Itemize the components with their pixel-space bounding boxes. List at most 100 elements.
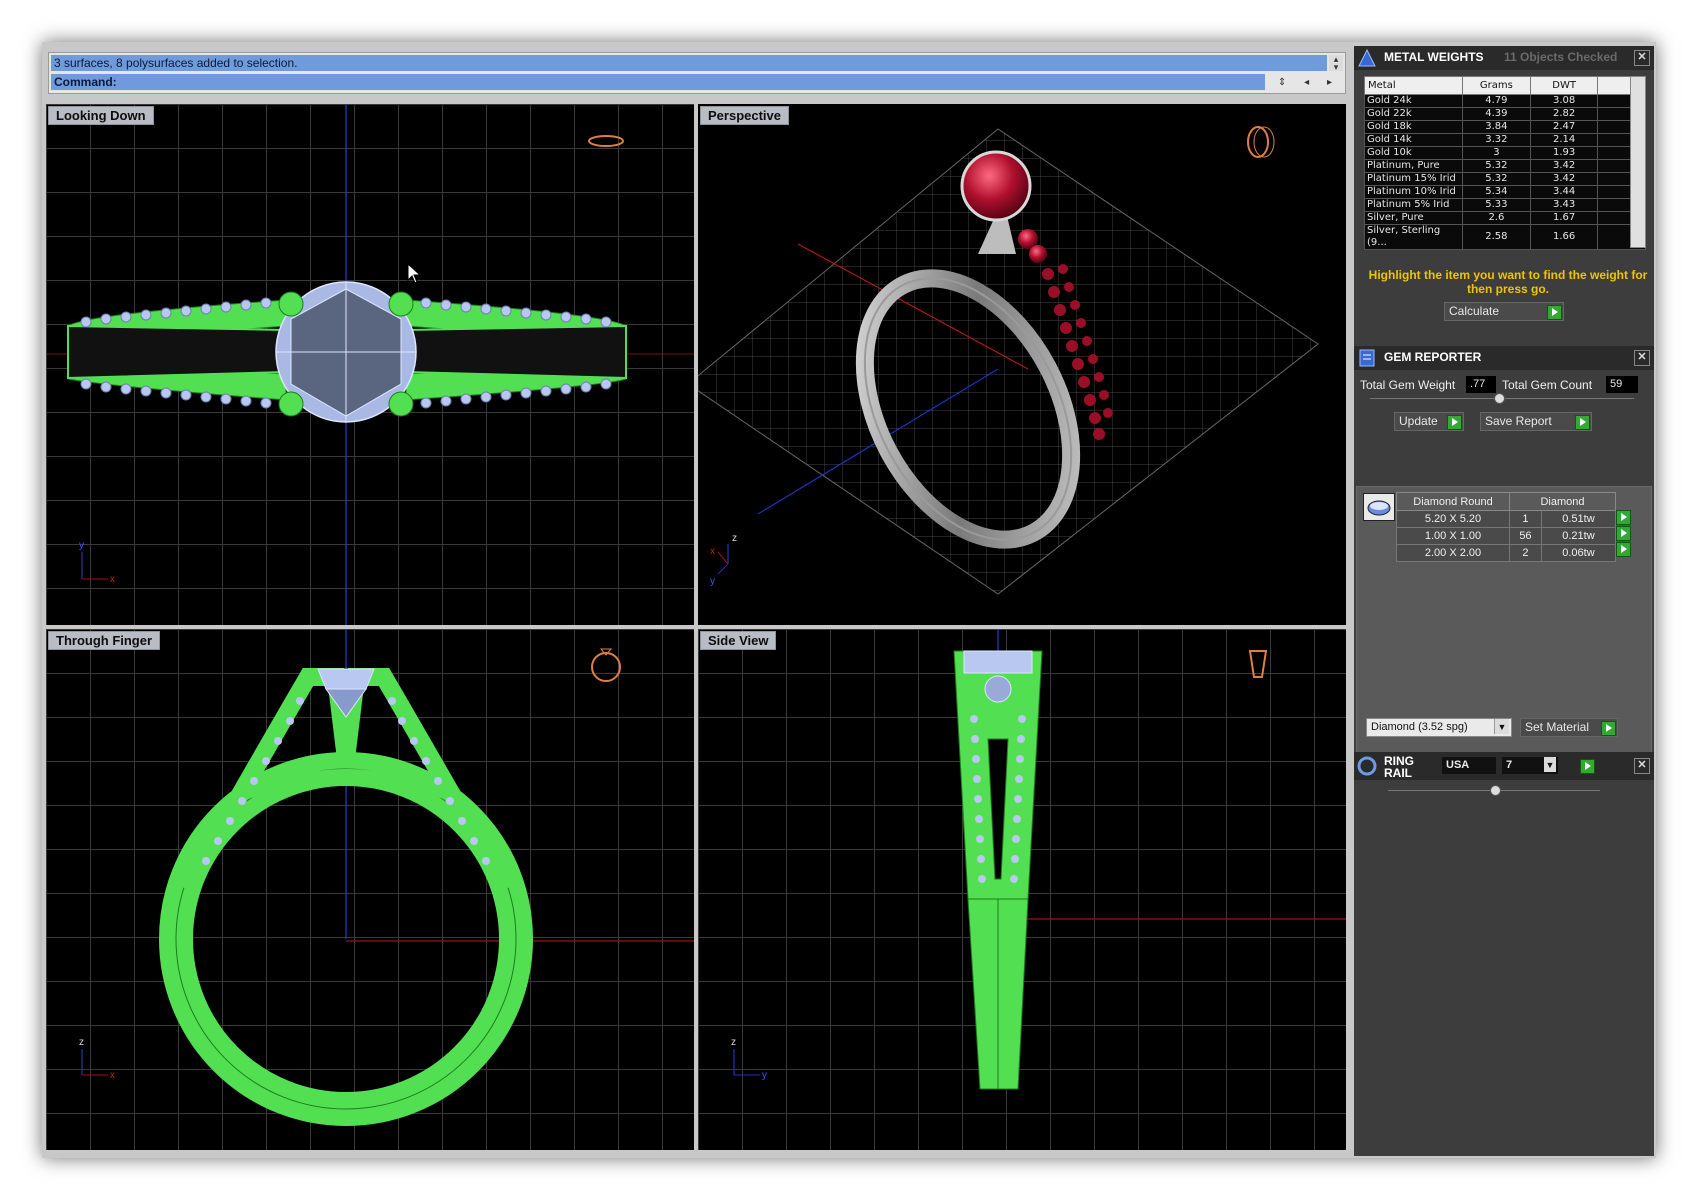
gem-row-go-button[interactable] <box>1616 542 1631 557</box>
diamond-shape-icon[interactable] <box>1363 493 1395 521</box>
command-nav: ⇕ ◂ ▸ <box>1269 74 1341 90</box>
close-icon[interactable]: ✕ <box>1634 350 1650 366</box>
table-cell: 0.51tw <box>1540 510 1617 528</box>
table-cell: 1.67 <box>1529 211 1599 225</box>
metal-weight-row[interactable]: Platinum 5% Irid 5.33 3.43 <box>1363 198 1646 212</box>
metal-weight-row[interactable]: Gold 10k 3 1.93 <box>1363 146 1646 160</box>
metal-weight-row[interactable]: Platinum, Pure 5.32 3.42 <box>1363 159 1646 173</box>
table-cell: Gold 14k <box>1363 133 1464 147</box>
table-cell: 1.00 X 1.00 <box>1396 527 1510 545</box>
table-cell: 5.20 X 5.20 <box>1396 510 1510 528</box>
spin-icon[interactable]: ⇕ <box>1278 77 1286 88</box>
metal-weight-row[interactable]: Gold 22k 4.39 2.82 <box>1363 107 1646 121</box>
metal-weight-row[interactable]: Gold 18k 3.84 2.47 <box>1363 120 1646 134</box>
center-stone[interactable] <box>275 281 417 423</box>
table-cell: 56 <box>1509 527 1542 545</box>
metal-weight-row[interactable]: Gold 24k 4.79 3.08 <box>1363 94 1646 108</box>
history-scroll-arrows[interactable]: ▴ ▾ <box>1329 55 1343 72</box>
ring-icon <box>1357 756 1377 776</box>
go-arrow-icon[interactable] <box>1601 721 1616 736</box>
set-material-button[interactable]: Set Material <box>1520 718 1618 737</box>
table-cell: 1.93 <box>1529 146 1599 160</box>
viewport-title[interactable]: Side View <box>700 631 777 650</box>
metal-weight-row[interactable]: Platinum 15% Irid 5.32 3.42 <box>1363 172 1646 186</box>
arrow-left-icon[interactable]: ◂ <box>1304 77 1309 88</box>
chevron-down-icon[interactable]: ▼ <box>1544 757 1556 772</box>
shank-side-wireframe[interactable] <box>953 650 1043 1090</box>
report-icon <box>1359 349 1375 367</box>
gem-column-header[interactable]: Diamond <box>1509 492 1616 511</box>
gem-row-go-button[interactable] <box>1616 510 1631 525</box>
table-cell: Silver, Pure <box>1363 211 1464 225</box>
mouse-cursor-icon <box>407 262 422 284</box>
table-cell: 5.33 <box>1462 198 1531 212</box>
calculate-button[interactable]: Calculate <box>1444 302 1564 321</box>
table-cell: 3.42 <box>1529 172 1599 186</box>
column-header[interactable]: Grams <box>1462 76 1531 95</box>
right-panel: METAL WEIGHTS 11 Objects Checked ✕ Metal… <box>1354 46 1654 1156</box>
gem-slider-knob[interactable] <box>1494 393 1505 404</box>
viewport-perspective[interactable]: Perspective z x y <box>698 104 1346 625</box>
ring-thumbnail-icon <box>1248 650 1268 678</box>
table-cell: 2.14 <box>1529 133 1599 147</box>
metal-weights-table: Metal Grams DWT Gold 24k 4.79 3.08 Gold 22k… <box>1363 76 1646 250</box>
go-arrow-icon[interactable] <box>1447 415 1462 430</box>
ring-size-slider-knob[interactable] <box>1490 785 1501 796</box>
table-cell: 3.84 <box>1462 120 1531 134</box>
column-header[interactable]: Metal <box>1363 76 1464 95</box>
metal-weight-row[interactable]: Silver, Pure 2.6 1.67 <box>1363 211 1646 225</box>
save-report-button[interactable]: Save Report <box>1480 412 1592 431</box>
table-cell: 2.58 <box>1462 224 1531 250</box>
axis-label-x: x <box>110 1070 115 1081</box>
table-cell: 3.08 <box>1529 94 1599 108</box>
ring-rail-title: RING RAIL <box>1384 754 1414 780</box>
gem-column-header[interactable]: Diamond Round <box>1396 492 1510 511</box>
command-line[interactable]: Command: <box>51 74 1265 90</box>
viewport-looking-down[interactable]: Looking Down y x <box>46 104 694 625</box>
front-view-canvas: z x <box>79 629 694 1126</box>
gem-row-go-button[interactable] <box>1616 526 1631 541</box>
metal-weights-scrollbar[interactable] <box>1630 76 1646 248</box>
viewport-through-finger[interactable]: Through Finger z x <box>46 629 694 1150</box>
arrow-right-icon[interactable]: ▸ <box>1327 77 1332 88</box>
axis-label-z: z <box>731 1037 736 1048</box>
table-cell: 5.34 <box>1462 185 1531 199</box>
table-cell: 0.06tw <box>1540 544 1617 562</box>
axis-label-x: x <box>710 546 715 557</box>
ring-size-select[interactable]: 7 ▼ <box>1502 757 1558 774</box>
ring-region-field[interactable]: USA <box>1442 757 1496 774</box>
column-header[interactable]: DWT <box>1529 76 1599 95</box>
table-cell: Gold 22k <box>1363 107 1464 121</box>
perspective-canvas: z x y <box>698 126 1319 595</box>
gem-row[interactable]: 2.00 X 2.00 2 0.06tw <box>1396 544 1617 562</box>
ring-thumbnail-icon <box>1247 126 1275 158</box>
command-area: 3 surfaces, 8 polysurfaces added to sele… <box>48 52 1346 94</box>
table-cell: 3.44 <box>1529 185 1599 199</box>
metal-weight-row[interactable]: Gold 14k 3.32 2.14 <box>1363 133 1646 147</box>
viewport-title[interactable]: Perspective <box>700 106 789 125</box>
table-cell: 2.82 <box>1529 107 1599 121</box>
gem-row[interactable]: 5.20 X 5.20 1 0.51tw <box>1396 510 1617 528</box>
ring-rail-go-button[interactable] <box>1580 759 1595 774</box>
metal-weight-row[interactable]: Platinum 10% Irid 5.34 3.44 <box>1363 185 1646 199</box>
viewport-title[interactable]: Through Finger <box>48 631 161 650</box>
material-select[interactable]: Diamond (3.52 spg) ▼ <box>1366 718 1512 737</box>
table-cell: Platinum 10% Irid <box>1363 185 1464 199</box>
close-icon[interactable]: ✕ <box>1634 50 1650 66</box>
chevron-down-icon[interactable]: ▼ <box>1494 719 1509 734</box>
table-cell: 0.21tw <box>1540 527 1617 545</box>
gem-reporter-header: GEM REPORTER ✕ <box>1354 346 1654 370</box>
viewport-side-view[interactable]: Side View z y <box>698 629 1346 1150</box>
axis-label-y: y <box>710 576 715 587</box>
go-arrow-icon[interactable] <box>1547 305 1562 320</box>
close-icon[interactable]: ✕ <box>1634 758 1650 774</box>
update-button[interactable]: Update <box>1394 412 1464 431</box>
table-cell: 2.00 X 2.00 <box>1396 544 1510 562</box>
viewport-title[interactable]: Looking Down <box>48 106 154 125</box>
app-window: 3 surfaces, 8 polysurfaces added to sele… <box>42 42 1656 1158</box>
center-stone[interactable] <box>317 668 375 718</box>
go-arrow-icon[interactable] <box>1575 415 1590 430</box>
gem-row[interactable]: 1.00 X 1.00 56 0.21tw <box>1396 527 1617 545</box>
table-cell: 4.39 <box>1462 107 1531 121</box>
metal-weight-row[interactable]: Silver, Sterling (9... 2.58 1.66 <box>1363 224 1646 250</box>
